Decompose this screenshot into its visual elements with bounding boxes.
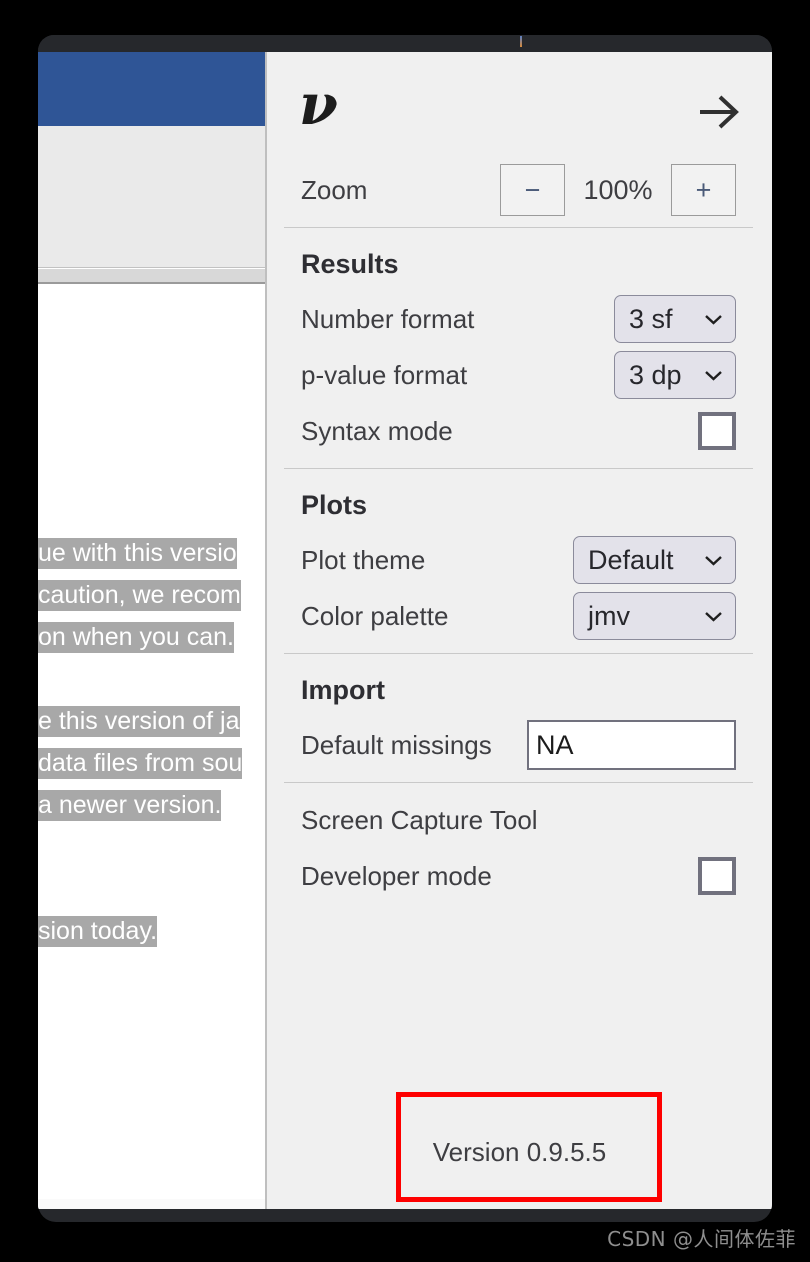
zoom-decrease-button[interactable]: −: [500, 164, 565, 216]
color-palette-row: Color palette jmv: [267, 588, 772, 644]
ribbon-tab-band[interactable]: [38, 52, 265, 126]
settings-panel: ν Zoom − 100% + Results Number format 3 …: [267, 52, 772, 1209]
default-missings-row: Default missings: [267, 717, 772, 773]
syntax-mode-label: Syntax mode: [301, 415, 453, 446]
plots-section-title: Plots: [301, 489, 368, 520]
chevron-down-icon: [705, 371, 722, 381]
jamovi-nu-logo-icon: ν: [299, 72, 338, 138]
document-line-gap: [38, 826, 265, 868]
zoom-stepper: − 100% +: [500, 164, 736, 216]
default-missings-input[interactable]: [527, 720, 736, 770]
zoom-label: Zoom: [301, 174, 368, 205]
divider: [284, 782, 753, 783]
settings-panel-header: ν: [267, 52, 772, 162]
document-line-gap: [38, 658, 265, 700]
number-format-value: 3 sf: [629, 303, 673, 334]
number-format-select[interactable]: 3 sf: [614, 295, 736, 343]
document-text-line: data files from sou: [38, 748, 243, 779]
document-text-line: on when you can.: [38, 622, 234, 653]
zoom-increase-button[interactable]: +: [671, 164, 736, 216]
default-missings-label: Default missings: [301, 729, 492, 760]
color-palette-label: Color palette: [301, 600, 449, 631]
pvalue-format-label: p-value format: [301, 359, 468, 390]
window-title-bar[interactable]: [38, 35, 772, 52]
developer-mode-checkbox[interactable]: [698, 857, 736, 895]
syntax-mode-checkbox[interactable]: [698, 412, 736, 450]
plot-theme-label: Plot theme: [301, 544, 426, 575]
developer-mode-label: Developer mode: [301, 860, 492, 891]
pvalue-format-select[interactable]: 3 dp: [614, 351, 736, 399]
screen-root: ue with this versio caution, we recom on…: [0, 0, 810, 1262]
developer-mode-row: Developer mode: [267, 848, 772, 904]
pvalue-format-value: 3 dp: [629, 359, 682, 390]
color-palette-select[interactable]: jmv: [573, 592, 736, 640]
watermark-text: CSDN @人间体佐菲: [607, 1227, 796, 1251]
chevron-down-icon: [705, 556, 722, 566]
title-bar-accent-sliver: [520, 36, 522, 47]
document-text-line: caution, we recom: [38, 580, 241, 611]
zoom-value: 100%: [583, 174, 653, 205]
plot-theme-value: Default: [588, 544, 674, 575]
color-palette-value: jmv: [588, 600, 630, 631]
import-section-title: Import: [301, 674, 385, 705]
number-format-row: Number format 3 sf: [267, 291, 772, 347]
main-document-region: ue with this versio caution, we recom on…: [38, 52, 267, 1209]
syntax-mode-row: Syntax mode: [267, 403, 772, 459]
document-bottom-shade: [38, 1199, 265, 1209]
plot-theme-row: Plot theme Default: [267, 532, 772, 588]
window-body: ue with this versio caution, we recom on…: [38, 52, 772, 1209]
document-text-line: sion today.: [38, 916, 158, 947]
document-text-line: e this version of ja: [38, 706, 240, 737]
results-section-title: Results: [301, 248, 399, 279]
ribbon-toolbar-body[interactable]: [38, 126, 265, 268]
divider: [284, 227, 753, 228]
zoom-row: Zoom − 100% +: [267, 162, 772, 218]
pvalue-format-row: p-value format 3 dp: [267, 347, 772, 403]
divider: [284, 468, 753, 469]
right-arrow-icon[interactable]: [696, 90, 742, 134]
document-line-gap: [38, 868, 265, 910]
document-text-line: a newer version.: [38, 790, 222, 821]
screen-capture-tool-link[interactable]: Screen Capture Tool: [267, 792, 772, 848]
plot-theme-select[interactable]: Default: [573, 536, 736, 584]
panel-splitter-strip[interactable]: [38, 269, 265, 284]
number-format-label: Number format: [301, 303, 475, 334]
chevron-down-icon: [705, 315, 722, 325]
results-document-area[interactable]: ue with this versio caution, we recom on…: [38, 286, 265, 1209]
chevron-down-icon: [705, 612, 722, 622]
document-text-line: ue with this versio: [38, 538, 237, 569]
application-window: ue with this versio caution, we recom on…: [38, 35, 772, 1222]
divider: [284, 653, 753, 654]
version-label: Version 0.9.5.5: [432, 1136, 607, 1167]
